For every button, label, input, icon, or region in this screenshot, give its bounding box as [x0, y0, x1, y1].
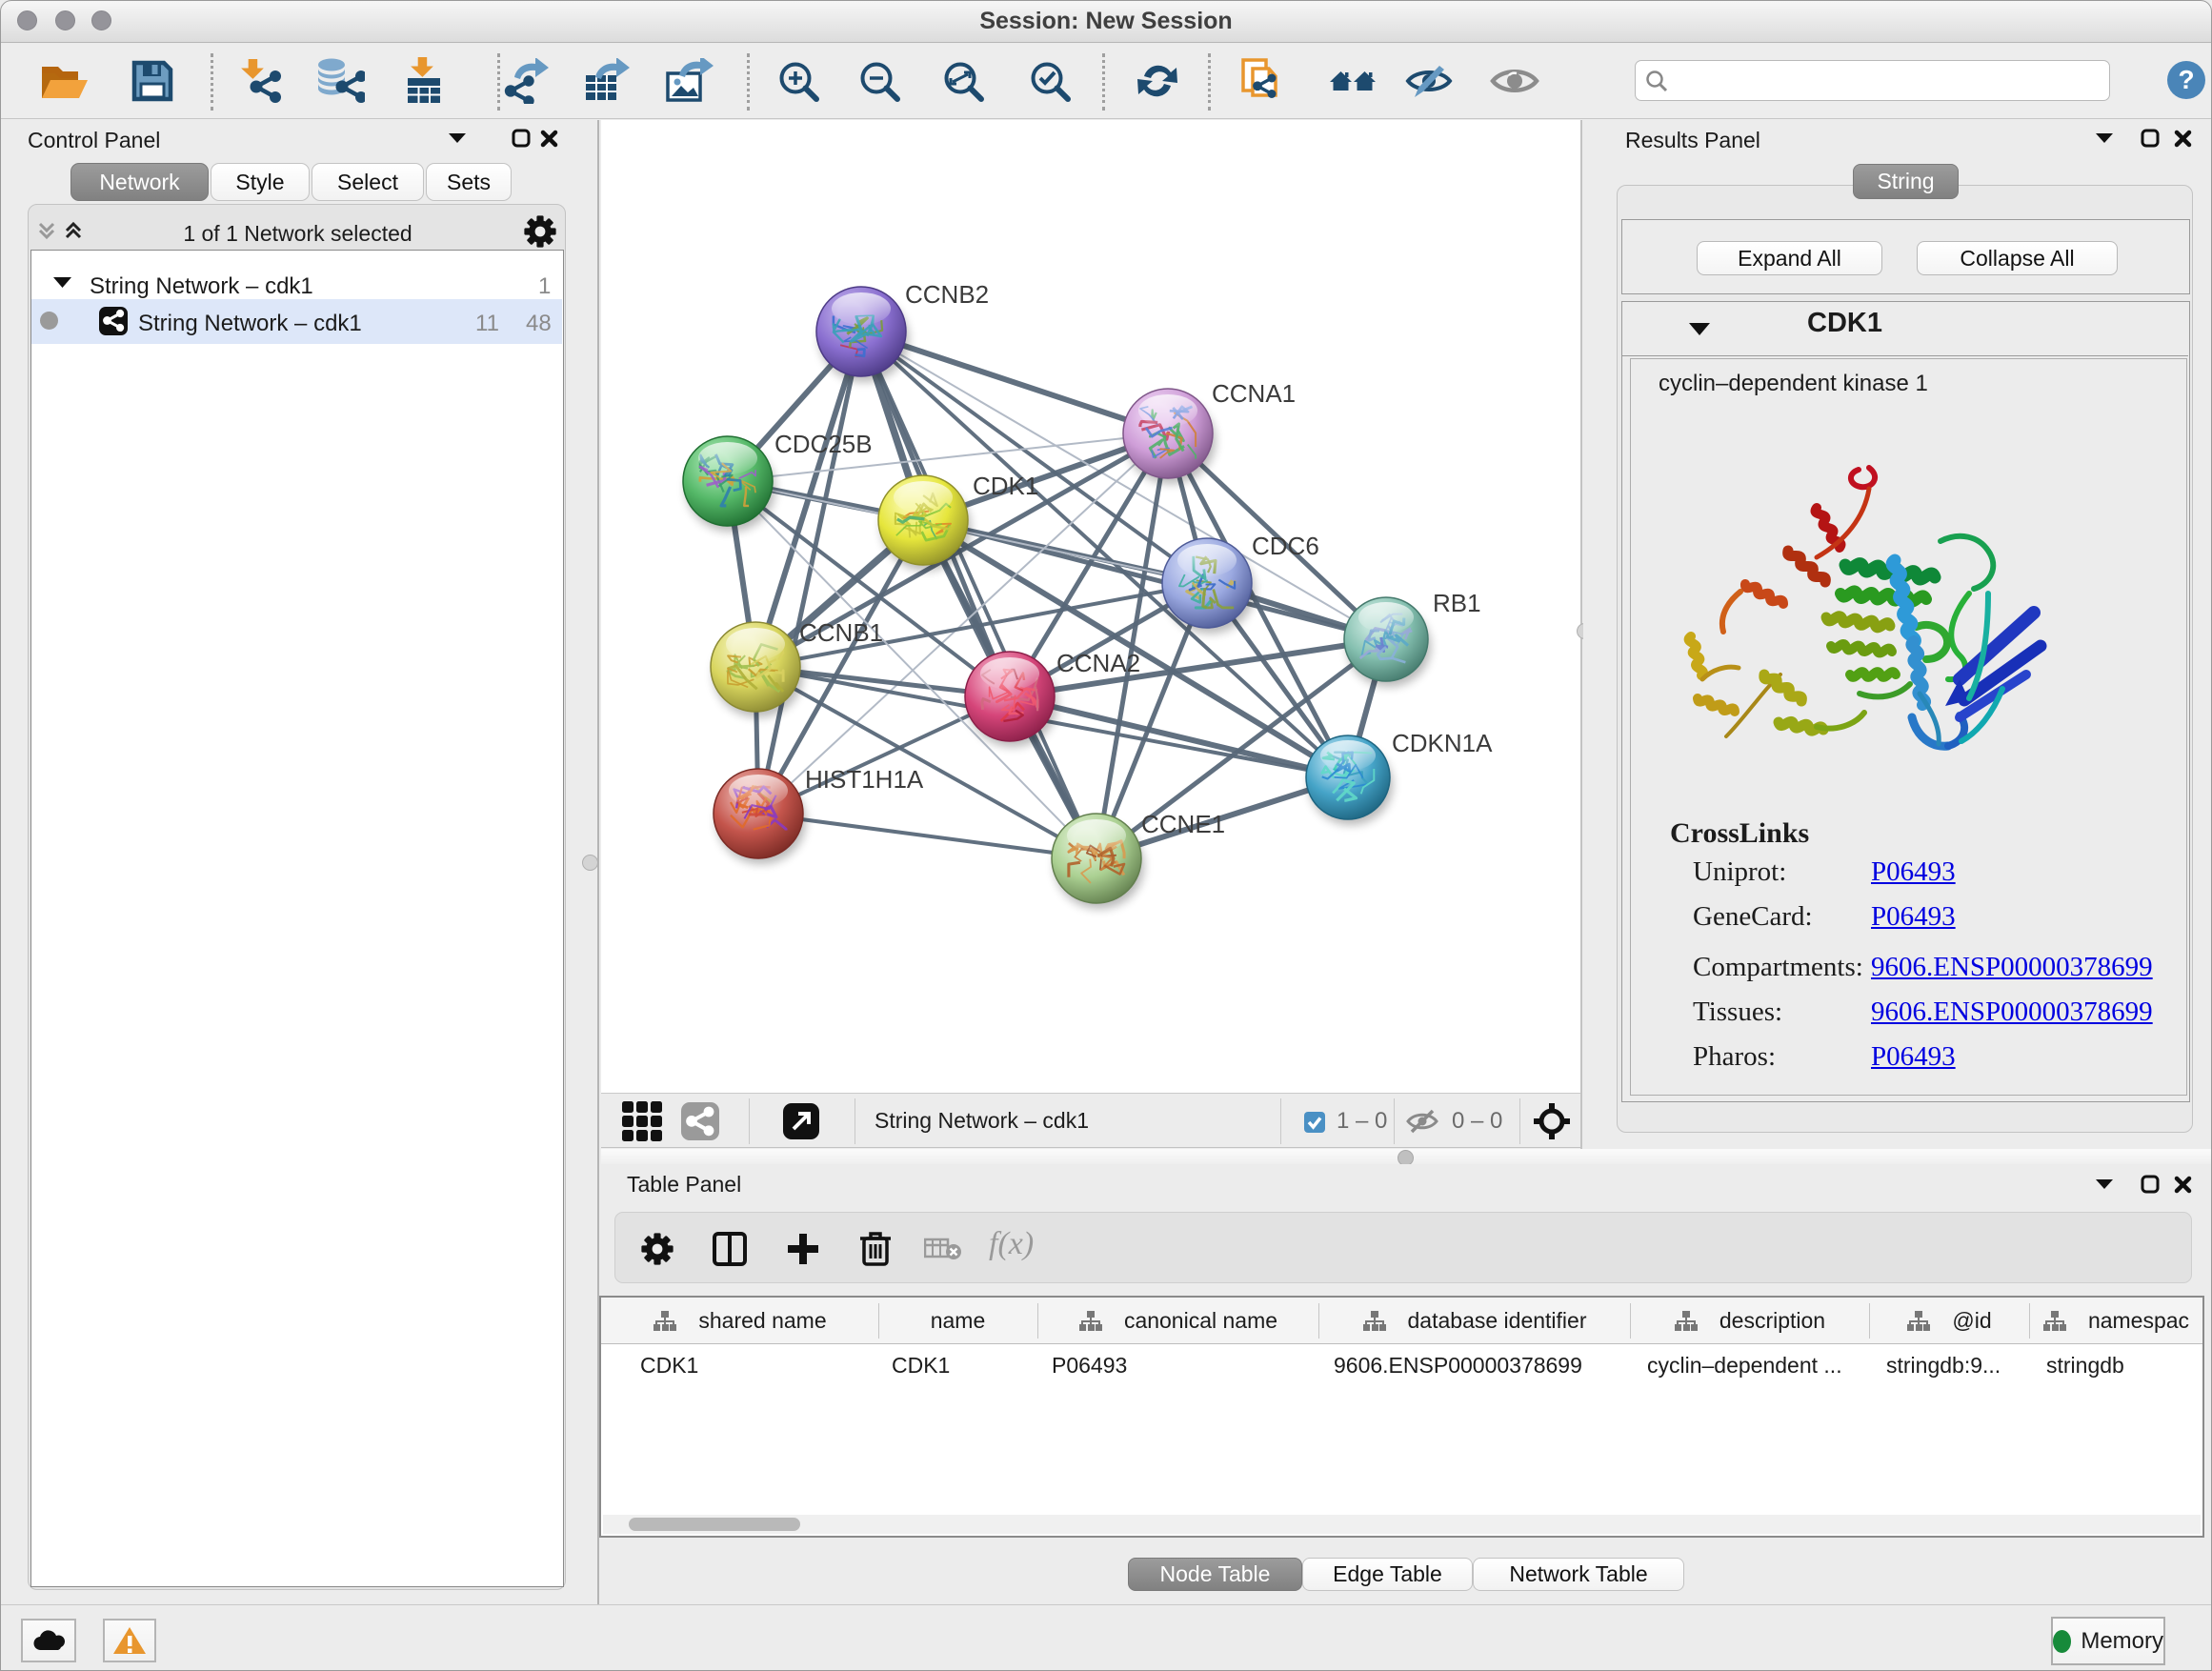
svg-text:CDC25B: CDC25B — [774, 430, 873, 458]
svg-text:CDC6: CDC6 — [1252, 532, 1319, 560]
svg-text:HIST1H1A: HIST1H1A — [805, 765, 924, 794]
svg-text:CCNA1: CCNA1 — [1212, 379, 1296, 408]
svg-text:CCNA2: CCNA2 — [1056, 649, 1140, 677]
svg-text:CCNE1: CCNE1 — [1141, 810, 1225, 838]
svg-text:RB1: RB1 — [1433, 589, 1481, 617]
svg-text:CDK1: CDK1 — [973, 472, 1038, 500]
svg-text:CDKN1A: CDKN1A — [1392, 729, 1493, 757]
svg-text:?: ? — [2178, 65, 2194, 94]
svg-text:CCNB1: CCNB1 — [799, 618, 883, 647]
svg-text:CCNB2: CCNB2 — [905, 280, 989, 309]
